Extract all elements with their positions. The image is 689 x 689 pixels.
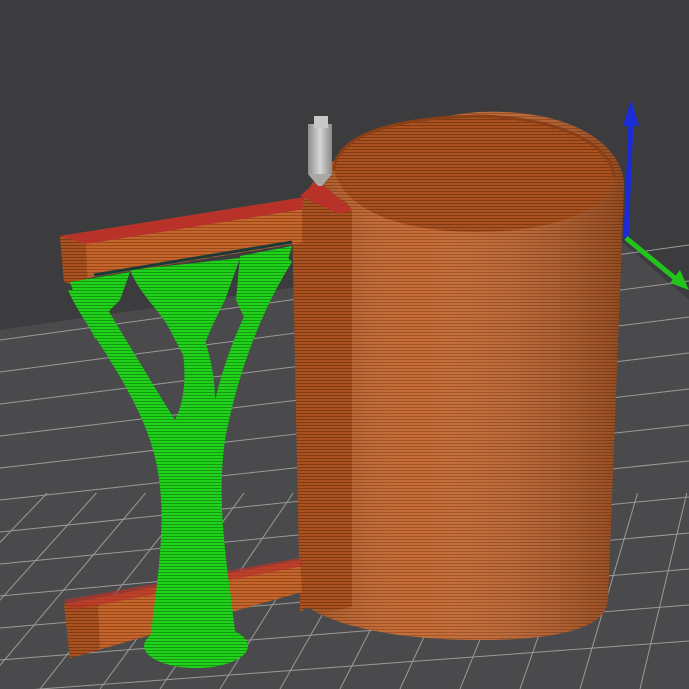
nozzle-icon	[308, 116, 332, 186]
mug-handle-joint	[302, 194, 352, 611]
mug-body[interactable]	[300, 111, 624, 640]
z-axis	[623, 121, 634, 239]
3d-preview-viewport[interactable]	[0, 0, 689, 689]
support-base	[144, 624, 248, 668]
gcode-preview-scene[interactable]	[0, 0, 689, 689]
z-axis-arrowhead	[623, 100, 639, 126]
handle-bottom-foot-end	[64, 604, 100, 658]
